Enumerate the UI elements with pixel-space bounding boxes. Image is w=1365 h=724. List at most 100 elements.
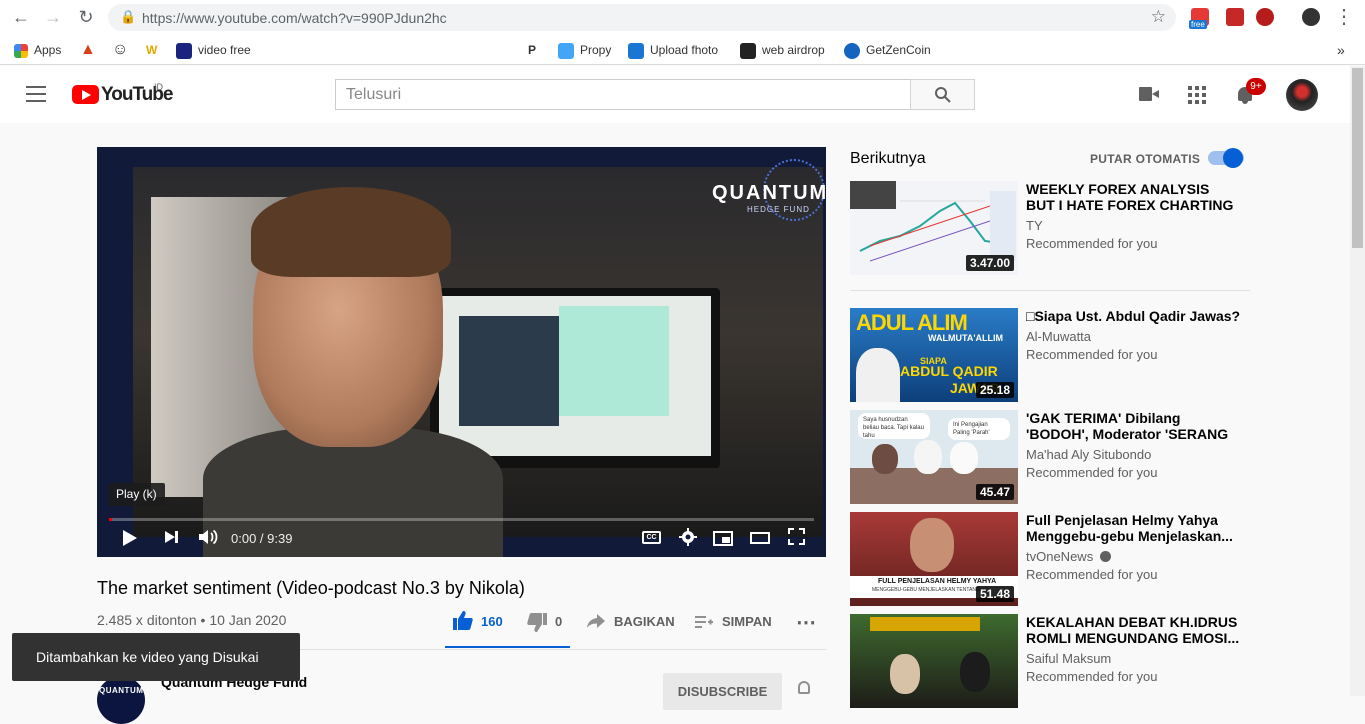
overlay-brand-sub: HEDGE FUND	[747, 205, 810, 214]
thumb-text: FULL PENJELASAN HELMY YAHYA	[878, 578, 997, 585]
back-icon[interactable]: ←	[10, 6, 32, 28]
video-title[interactable]: WEEKLY FOREX ANALYSIS BUT I HATE FOREX C…	[1026, 181, 1241, 213]
video-title[interactable]: □Siapa Ust. Abdul Qadir Jawas?	[1026, 308, 1241, 324]
channel-name[interactable]: Saiful Maksum	[1026, 651, 1111, 666]
v-icon	[176, 42, 192, 59]
bookmark-star-icon[interactable]: ☆	[1151, 7, 1166, 27]
video-duration: 51.48	[975, 586, 1014, 602]
avatar[interactable]	[1286, 79, 1318, 111]
forward-icon[interactable]: →	[42, 6, 64, 28]
hamburger-menu-icon[interactable]	[26, 86, 46, 102]
bookmark-upload-fhoto[interactable]: Upload fhoto	[628, 40, 718, 60]
video-frame	[133, 167, 823, 557]
search-input[interactable]: Telusuri	[335, 79, 911, 110]
subscribe-button[interactable]: DISUBSCRIBE	[663, 673, 782, 710]
bookmark-video-free[interactable]: video free	[176, 40, 251, 60]
extension-badge: free	[1189, 20, 1207, 29]
url-text: https://www.youtube.com/watch?v=990PJdun…	[142, 10, 447, 26]
thumbs-up-icon	[453, 611, 473, 630]
channel-avatar[interactable]: QUANTUM	[97, 676, 145, 724]
fire-icon[interactable]: ▲	[80, 40, 96, 60]
create-video-icon[interactable]	[1139, 87, 1159, 101]
theater-mode-button[interactable]	[750, 528, 770, 548]
video-thumbnail[interactable]: FULL PENJELASAN HELMY YAHYA MENGGEBU-GEB…	[850, 512, 1018, 606]
scrollbar-thumb[interactable]	[1352, 68, 1363, 248]
video-thumbnail[interactable]: Saya husnudzan beliau baca. Tapi kalau t…	[850, 410, 1018, 504]
extension-icon[interactable]	[1226, 8, 1244, 26]
toast-notification: Ditambahkan ke video yang Disukai	[12, 633, 300, 681]
play-button[interactable]	[123, 528, 137, 548]
progress-bar[interactable]	[109, 518, 814, 521]
bookmark-getzencoin[interactable]: GetZenCoin	[844, 40, 931, 60]
recommended-video[interactable]: KEKALAHAN DEBAT KH.IDRUS ROMLI MENGUNDAN…	[850, 614, 1260, 708]
captions-button[interactable]: CC	[642, 528, 661, 548]
lock-icon: 🔒	[120, 9, 137, 24]
apps-grid-icon	[14, 43, 28, 58]
video-meta: Recommended for you	[1026, 347, 1158, 362]
video-title[interactable]: Full Penjelasan Helmy Yahya Menggebu-geb…	[1026, 512, 1241, 544]
settings-button[interactable]	[679, 528, 697, 548]
zencoin-icon	[844, 42, 860, 59]
channel-name[interactable]: Ma'had Aly Situbondo	[1026, 447, 1151, 462]
bookmark-web-airdrop[interactable]: web airdrop	[740, 40, 825, 60]
address-bar[interactable]: 🔒 https://www.youtube.com/watch?v=990PJd…	[108, 4, 1176, 31]
thumb-person	[890, 654, 920, 694]
thumb-banner	[870, 617, 980, 631]
video-title: The market sentiment (Video-podcast No.3…	[97, 578, 525, 598]
channel-name[interactable]: TY	[1026, 218, 1043, 233]
p-icon[interactable]: P	[528, 40, 536, 60]
fullscreen-icon	[788, 528, 805, 545]
channel-avatar-text: QUANTUM	[99, 686, 144, 695]
thumbs-down-icon	[527, 613, 547, 632]
volume-button[interactable]	[198, 528, 218, 548]
bookmark-apps[interactable]: Apps	[14, 40, 61, 60]
recommended-video[interactable]: ADUL ALIM WALMUTA'ALLIM SIAPA ABDUL QADI…	[850, 308, 1260, 403]
video-player[interactable]: QUANTUM HEDGE FUND Play (k) 0:00 / 9:39 …	[97, 147, 826, 557]
channel-name[interactable]: tvOneNews	[1026, 549, 1111, 564]
airdrop-icon	[740, 42, 756, 59]
thumb-speech-bubble: Saya husnudzan beliau baca. Tapi kalau t…	[858, 413, 930, 439]
profile-avatar-icon[interactable]	[1302, 8, 1320, 26]
extension-icon[interactable]	[1256, 8, 1274, 26]
region-code: ID	[154, 82, 163, 92]
more-bookmarks-icon[interactable]: »	[1337, 40, 1345, 60]
video-title[interactable]: 'GAK TERIMA' Dibilang 'BODOH', Moderator…	[1026, 410, 1241, 442]
recommended-video[interactable]: FULL PENJELASAN HELMY YAHYA MENGGEBU-GEB…	[850, 512, 1260, 607]
search-button[interactable]	[910, 79, 975, 110]
w-icon[interactable]: W	[146, 40, 157, 60]
monitor-panel	[559, 306, 669, 416]
video-monitor	[430, 288, 720, 468]
video-thumbnail[interactable]: ADUL ALIM WALMUTA'ALLIM SIAPA ABDUL QADI…	[850, 308, 1018, 402]
progress-fill	[109, 518, 112, 521]
channel-name[interactable]: Al-Muwatta	[1026, 329, 1091, 344]
theater-icon	[750, 532, 770, 544]
reload-icon[interactable]: ↻	[75, 6, 97, 28]
smiley-icon[interactable]: ☺	[112, 40, 128, 60]
like-sentiment-bar	[445, 646, 570, 648]
video-meta: Recommended for you	[1026, 236, 1158, 251]
video-title[interactable]: KEKALAHAN DEBAT KH.IDRUS ROMLI MENGUNDAN…	[1026, 614, 1241, 646]
apps-grid-icon[interactable]	[1188, 86, 1206, 104]
bookmark-propy[interactable]: Propy	[558, 40, 611, 60]
more-actions-icon[interactable]: ⋯	[796, 610, 817, 635]
search-icon	[935, 87, 951, 103]
search-placeholder: Telusuri	[346, 86, 402, 103]
channel-name-text: tvOneNews	[1026, 549, 1094, 564]
thumb-speech-bubble: Ini Pengajian Paling 'Parah'	[948, 418, 1010, 440]
page-scrollbar[interactable]	[1350, 66, 1365, 696]
miniplayer-button[interactable]	[713, 528, 733, 548]
notification-bell-icon[interactable]	[798, 681, 812, 696]
recommended-video[interactable]: Saya husnudzan beliau baca. Tapi kalau t…	[850, 410, 1260, 505]
autoplay-toggle-knob[interactable]	[1223, 148, 1243, 168]
bookmarks-bar: Apps ▲ ☺ W video free P Propy Upload fho…	[0, 35, 1365, 93]
miniplayer-icon	[713, 531, 733, 546]
next-button[interactable]	[165, 528, 179, 548]
fullscreen-button[interactable]	[788, 528, 805, 548]
video-thumbnail[interactable]: 3.47.00	[850, 181, 1018, 275]
recommended-video[interactable]: 3.47.00 WEEKLY FOREX ANALYSIS BUT I HATE…	[850, 181, 1260, 276]
thumb-person	[914, 440, 942, 474]
video-person-hair	[251, 187, 451, 277]
video-thumbnail[interactable]	[850, 614, 1018, 708]
youtube-play-logo-icon	[72, 85, 99, 104]
menu-kebab-icon[interactable]: ⋮	[1333, 6, 1355, 28]
